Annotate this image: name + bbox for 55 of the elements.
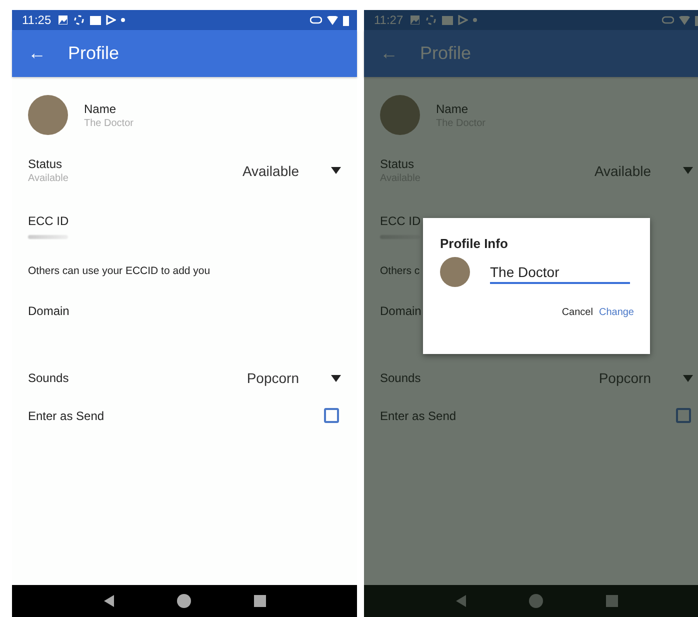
app-bar-title: Profile xyxy=(68,43,120,64)
status-time: 11:27 xyxy=(374,13,404,27)
play-icon xyxy=(458,15,468,25)
image-icon xyxy=(58,15,68,25)
crosshair-icon xyxy=(425,14,438,26)
name-label: Name xyxy=(436,102,470,116)
status-dropdown[interactable]: Available xyxy=(594,162,695,178)
enter-as-send-label: Enter as Send xyxy=(28,408,104,422)
name-input-field[interactable]: The Doctor xyxy=(490,260,630,284)
ecc-id-hint: Others c xyxy=(380,265,420,277)
sounds-dropdown[interactable]: Popcorn xyxy=(246,370,343,386)
play-icon xyxy=(106,15,116,25)
enter-as-send-checkbox[interactable] xyxy=(676,408,691,423)
ecc-id-hint: Others can use your ECCID to add you xyxy=(28,265,210,277)
recents-square-icon[interactable] xyxy=(254,595,266,607)
message-icon xyxy=(90,16,102,24)
dropdown-caret-icon xyxy=(331,374,341,382)
name-value: The Doctor xyxy=(84,118,134,128)
message-icon xyxy=(442,16,454,24)
wifi-icon xyxy=(679,16,690,24)
avatar-photo-placeholder[interactable] xyxy=(28,95,68,135)
status-label: Status xyxy=(28,157,64,171)
avatar-photo-placeholder[interactable] xyxy=(380,95,420,135)
back-triangle-icon[interactable] xyxy=(103,595,116,607)
status-value: Available xyxy=(28,173,68,184)
status-label: Status xyxy=(380,157,416,171)
dropdown-caret-icon xyxy=(331,167,341,174)
image-icon xyxy=(410,15,420,25)
enter-as-send-checkbox[interactable] xyxy=(324,408,339,423)
dialog-title: Profile Info xyxy=(440,236,509,251)
domain-label: Domain xyxy=(28,304,70,318)
dot-icon xyxy=(121,18,126,22)
home-circle-icon[interactable] xyxy=(177,594,192,608)
avatar-photo-placeholder xyxy=(440,257,470,287)
dropdown-caret-icon xyxy=(683,374,693,382)
enter-as-send-label: Enter as Send xyxy=(380,408,456,422)
sounds-label: Sounds xyxy=(28,371,69,385)
ecc-id-label: ECC ID xyxy=(28,214,69,228)
battery-icon xyxy=(343,14,349,26)
domain-label: Domain xyxy=(380,304,422,318)
status-dropdown[interactable]: Available xyxy=(242,162,343,178)
dialog-button[interactable]: Cancel xyxy=(560,305,594,320)
crosshair-icon xyxy=(73,14,86,26)
sounds-label: Sounds xyxy=(380,371,421,385)
back-button[interactable]: ← xyxy=(24,43,50,64)
ecc-id-label: ECC ID xyxy=(380,214,421,228)
dialog-button[interactable]: Change xyxy=(598,305,635,320)
app-bar-title: Profile xyxy=(420,43,472,64)
sounds-dropdown[interactable]: Popcorn xyxy=(598,370,695,386)
blurred-id-value xyxy=(28,235,68,239)
dropdown-caret-icon xyxy=(683,167,693,174)
wifi-icon xyxy=(327,16,338,24)
dot-icon xyxy=(473,18,478,22)
name-label: Name xyxy=(84,102,118,116)
status-time: 11:25 xyxy=(22,13,52,27)
